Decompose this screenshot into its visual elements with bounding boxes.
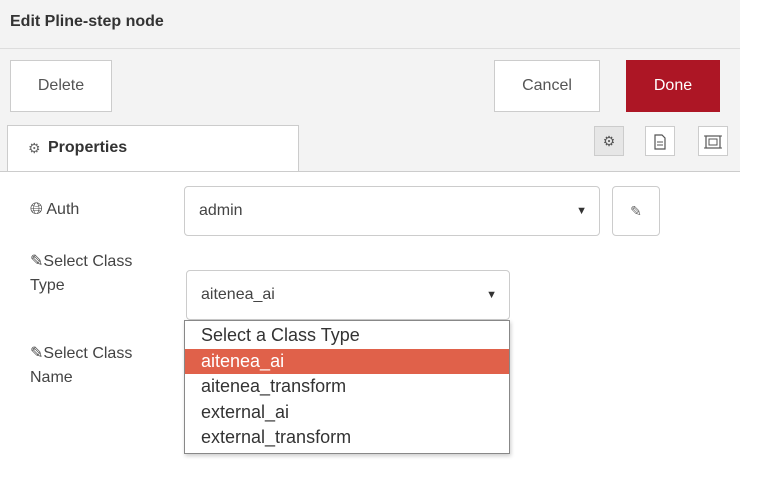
class-type-dropdown: Select a Class Type aitenea_ai aitenea_t… (184, 320, 510, 454)
chevron-down-icon: ▼ (486, 289, 497, 301)
class-type-label-line1: Select Class (43, 253, 133, 270)
pencil-icon: ✎ (30, 253, 44, 270)
class-type-select-value: aitenea_ai (201, 286, 275, 303)
auth-select[interactable]: admin ▼ (184, 186, 600, 236)
tab-bar: ⚙ Properties ⚙ (0, 119, 740, 172)
class-type-label: ✎Select Class Type (30, 250, 132, 298)
settings-tab-button[interactable]: ⚙ (594, 126, 624, 156)
gear-icon: ⚙ (602, 133, 616, 149)
pencil-icon: ✎ (630, 203, 642, 219)
class-name-label-line2: Name (30, 369, 73, 386)
dropdown-option[interactable]: aitenea_transform (185, 374, 509, 400)
auth-label: 🌐︎ Auth (30, 198, 79, 222)
class-type-select[interactable]: aitenea_ai ▼ (186, 270, 510, 320)
dropdown-option[interactable]: Select a Class Type (185, 323, 509, 349)
appearance-tab-button[interactable] (698, 126, 728, 156)
tab-properties[interactable]: ⚙ Properties (7, 125, 299, 171)
class-name-label: ✎Select Class Name (30, 342, 132, 390)
document-icon (654, 134, 666, 150)
class-name-label-line1: Select Class (43, 345, 133, 362)
dropdown-option[interactable]: external_ai (185, 400, 509, 426)
dropdown-option[interactable]: external_transform (185, 425, 509, 451)
dialog-header: Edit Pline-step node (0, 0, 740, 49)
dialog-toolbar: Delete Cancel Done (0, 49, 740, 119)
delete-button[interactable]: Delete (10, 60, 112, 112)
description-tab-button[interactable] (645, 126, 675, 156)
dropdown-option-selected[interactable]: aitenea_ai (185, 348, 509, 374)
frame-icon (704, 135, 722, 149)
done-button[interactable]: Done (626, 60, 720, 112)
dialog-title: Edit Pline-step node (10, 13, 164, 30)
auth-label-text: Auth (46, 201, 80, 218)
tab-properties-label: Properties (48, 139, 128, 156)
auth-select-value: admin (199, 202, 243, 219)
edit-auth-button[interactable]: ✎ (612, 186, 660, 236)
cancel-button[interactable]: Cancel (494, 60, 600, 112)
class-type-label-line2: Type (30, 277, 65, 294)
chevron-down-icon: ▼ (576, 205, 587, 217)
globe-icon: 🌐︎ (30, 201, 43, 218)
gear-icon: ⚙ (28, 140, 41, 156)
pencil-icon: ✎ (30, 345, 44, 362)
